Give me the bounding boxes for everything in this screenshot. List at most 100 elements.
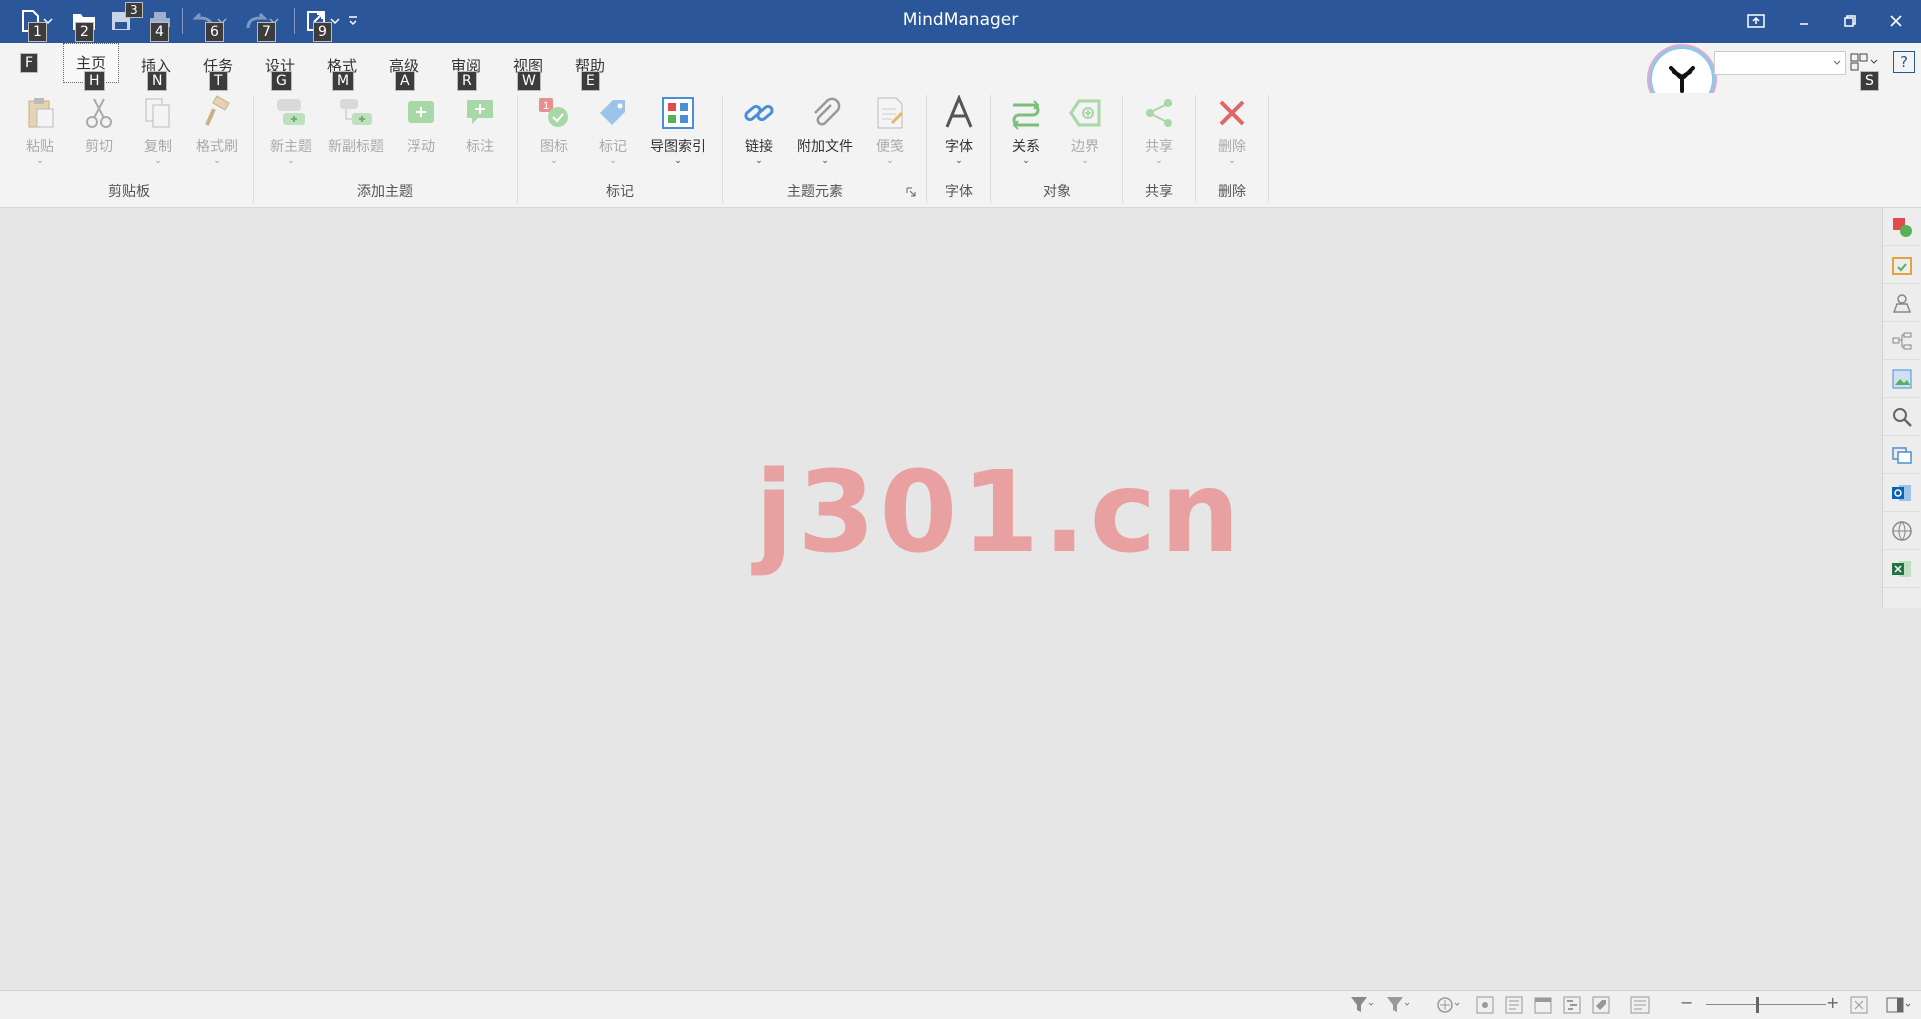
- chevron-down-icon: [1833, 60, 1841, 65]
- focus-button[interactable]: [1436, 996, 1462, 1018]
- schedule-view-button[interactable]: [1534, 996, 1552, 1018]
- outline-icon: [1505, 996, 1523, 1014]
- outline-view-button[interactable]: [1505, 996, 1523, 1018]
- notes-button[interactable]: 便笺 ⌄: [862, 93, 918, 166]
- callout-button[interactable]: 标注: [452, 93, 508, 156]
- share-button[interactable]: 共享 ⌄: [1131, 93, 1187, 166]
- logo-icon: [1669, 66, 1695, 93]
- linked-map-icon: [1630, 996, 1650, 1014]
- button-label: 导图索引: [650, 139, 706, 155]
- delete-button[interactable]: 删除 ⌄: [1204, 93, 1260, 166]
- focus-icon: [1437, 997, 1460, 1013]
- new-subtopic-button[interactable]: 新副标题: [322, 93, 390, 156]
- note-icon: [877, 97, 904, 129]
- minimize-button[interactable]: [1790, 8, 1818, 34]
- font-button[interactable]: 字体 ⌄: [932, 93, 986, 166]
- link-map-button[interactable]: [1630, 996, 1650, 1018]
- relationship-icon: [1012, 100, 1040, 130]
- browser-icon: [1891, 446, 1912, 464]
- task-pane-button[interactable]: [1883, 284, 1920, 322]
- dialog-launcher-icon[interactable]: [906, 185, 916, 201]
- gantt-icon: [1563, 996, 1581, 1014]
- layout-options-button[interactable]: [1850, 51, 1880, 73]
- share-icon: [1146, 99, 1172, 127]
- floating-topic-button[interactable]: 浮动: [393, 93, 449, 156]
- group-label-topic-elements: 主题元素: [787, 184, 843, 200]
- group-separator: [517, 95, 518, 203]
- paste-button[interactable]: 粘贴 ⌄: [12, 93, 68, 166]
- status-bar: − +: [0, 990, 1921, 1019]
- filter-options-button[interactable]: [1386, 996, 1414, 1018]
- cut-button[interactable]: 剪切: [71, 93, 127, 156]
- help-button[interactable]: ?: [1893, 51, 1915, 73]
- search-input[interactable]: [1714, 51, 1846, 75]
- zoom-slider-thumb[interactable]: [1756, 997, 1759, 1013]
- task-pane-button[interactable]: [1883, 474, 1920, 512]
- group-separator: [990, 95, 991, 203]
- fit-map-icon: [1476, 996, 1494, 1014]
- group-label-clipboard: 剪贴板: [108, 184, 150, 200]
- zoom-out-button[interactable]: −: [1680, 993, 1693, 1012]
- task-pane-button[interactable]: [1883, 360, 1920, 398]
- task-pane-button[interactable]: [1883, 322, 1920, 360]
- fit-map-button[interactable]: [1476, 996, 1494, 1018]
- new-topic-button[interactable]: 新主题 ⌄: [262, 93, 320, 166]
- file-tab[interactable]: F: [20, 53, 46, 73]
- task-pane-button[interactable]: [1883, 246, 1920, 284]
- ribbon: 粘贴 ⌄ 剪切 复制 ⌄ 格式刷 ⌄ 剪贴板 新主题 ⌄ 新副标题 浮动 标注 …: [0, 93, 1921, 208]
- panel-toggle-button[interactable]: [1886, 996, 1914, 1018]
- chevron-down-icon: ⌄: [1022, 156, 1030, 166]
- chevron-down-icon: ⌄: [287, 156, 295, 166]
- chevron-down-icon: ⌄: [821, 156, 829, 166]
- restore-button[interactable]: [1836, 8, 1864, 34]
- button-label: 链接: [745, 139, 773, 155]
- keytip: H: [84, 71, 105, 91]
- button-label: 附加文件: [797, 139, 853, 155]
- chevron-down-icon: ⌄: [1081, 156, 1089, 166]
- button-label: 复制: [144, 139, 172, 155]
- link-button[interactable]: 链接 ⌄: [731, 93, 787, 166]
- boundary-button[interactable]: 边界 ⌄: [1057, 93, 1113, 166]
- filter-icon: [1351, 997, 1374, 1012]
- filter-button[interactable]: [1350, 996, 1374, 1018]
- tab-label: 主页: [76, 54, 107, 72]
- task-pane-button[interactable]: [1883, 512, 1920, 550]
- map-canvas[interactable]: j301.cn: [0, 208, 1881, 990]
- chevron-down-icon: ⌄: [755, 156, 763, 166]
- format-painter-button[interactable]: 格式刷 ⌄: [189, 93, 245, 166]
- chevron-down-icon: ⌄: [955, 156, 963, 166]
- chevron-down-icon: ⌄: [550, 156, 558, 166]
- window-title: MindManager: [902, 10, 1019, 30]
- title-bar: 1 2 3 4 6 7 9 MindManager: [0, 0, 1921, 43]
- delete-icon: [1219, 100, 1245, 126]
- format-painter-icon: [205, 95, 230, 126]
- keytip: E: [581, 71, 600, 91]
- icons-button[interactable]: 1 图标 ⌄: [526, 93, 582, 166]
- keytip: N: [147, 71, 168, 91]
- gantt-view-button[interactable]: [1563, 996, 1581, 1018]
- relationship-button[interactable]: 关系 ⌄: [998, 93, 1054, 166]
- group-label-objects: 对象: [1043, 184, 1071, 200]
- priority-icon: 1: [539, 98, 568, 127]
- attach-file-button[interactable]: 附加文件 ⌄: [790, 93, 860, 166]
- fit-page-button[interactable]: [1850, 996, 1868, 1018]
- group-label-font: 字体: [945, 184, 973, 200]
- task-pane-button[interactable]: [1883, 398, 1920, 436]
- task-pane-button[interactable]: [1883, 436, 1920, 474]
- tag-view-button[interactable]: [1592, 996, 1610, 1018]
- tags-button[interactable]: 标记 ⌄: [585, 93, 641, 166]
- ribbon-display-button[interactable]: [1742, 8, 1770, 34]
- keytip: G: [271, 71, 292, 91]
- zoom-slider[interactable]: [1706, 1004, 1826, 1005]
- map-index-button[interactable]: 导图索引 ⌄: [644, 93, 712, 166]
- restore-icon: [1844, 15, 1856, 27]
- font-icon: [945, 95, 973, 128]
- watermark: j301.cn: [755, 448, 1244, 578]
- task-pane-button[interactable]: [1883, 550, 1920, 588]
- zoom-in-button[interactable]: +: [1826, 993, 1839, 1012]
- close-button[interactable]: [1882, 8, 1910, 34]
- paste-icon: [28, 98, 54, 128]
- copy-button[interactable]: 复制 ⌄: [130, 93, 186, 166]
- svg-text:1: 1: [543, 100, 549, 112]
- task-pane-button[interactable]: [1883, 208, 1920, 246]
